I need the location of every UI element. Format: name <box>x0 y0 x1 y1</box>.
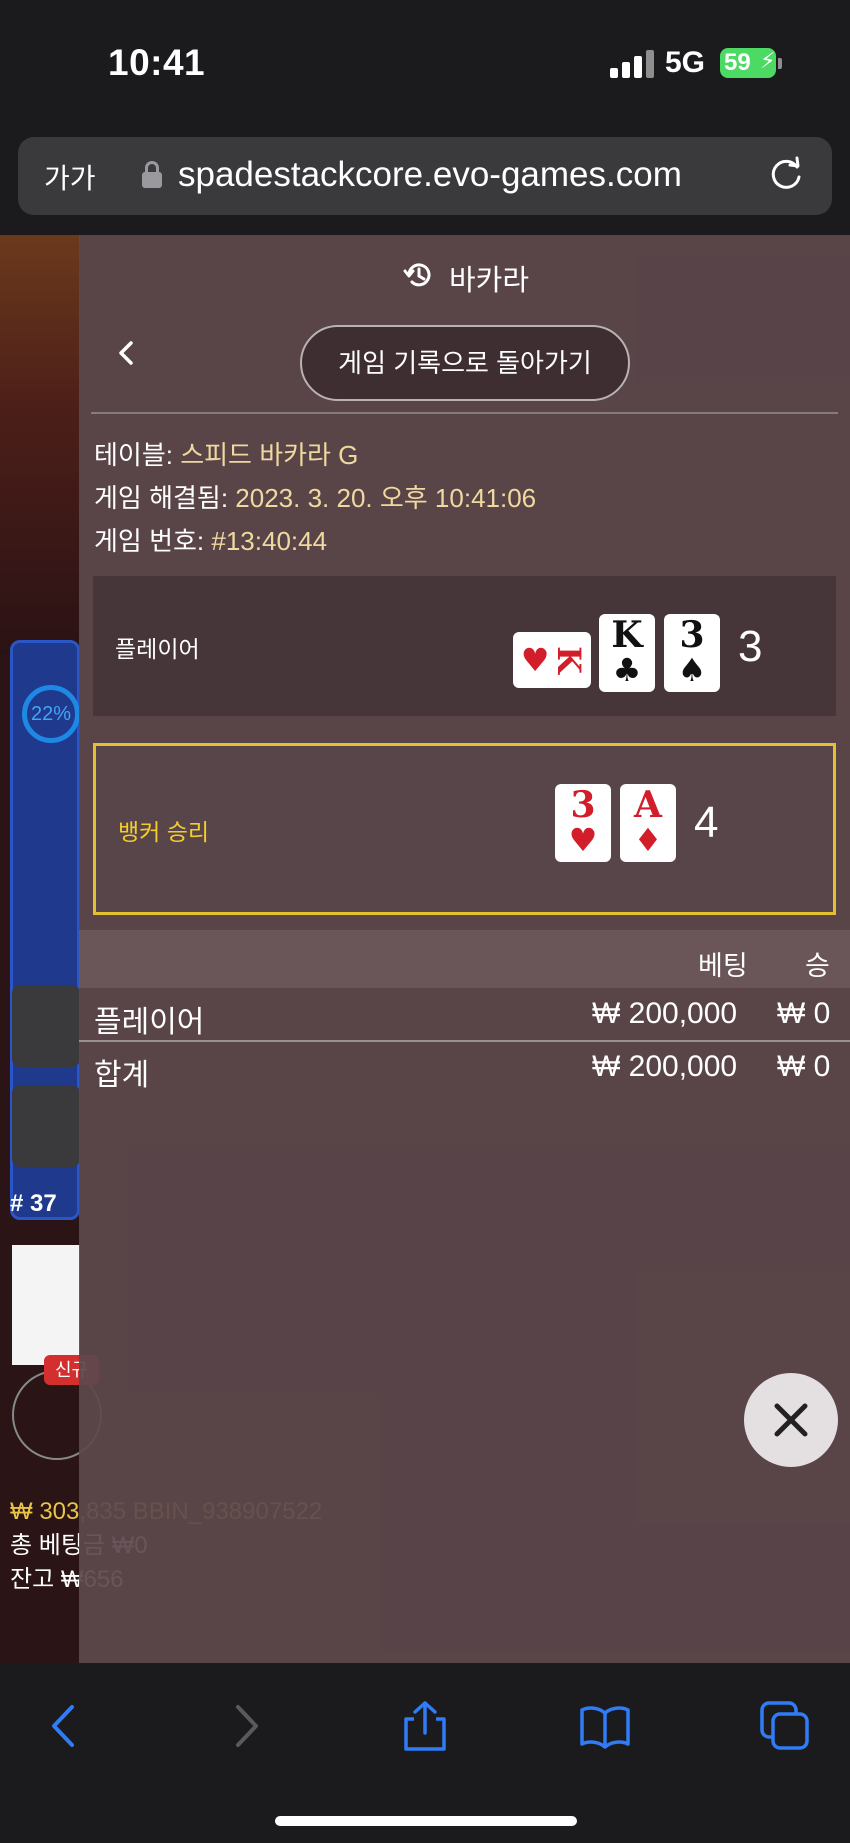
bet-amount: ₩ 200,000 <box>592 997 738 1030</box>
side-bet-button <box>12 1085 80 1167</box>
table-row-total: 합계 ₩ 200,000 ₩ 0 <box>79 1042 850 1094</box>
bet-name: 플레이어 <box>94 1006 205 1039</box>
bets-table-header: 베팅 승 <box>79 930 850 988</box>
resolved-value: 2023. 3. 20. 오후 10:41:06 <box>235 483 537 513</box>
address-bar[interactable]: 가가 spadestackcore.evo-games.com <box>18 137 832 215</box>
total-bet-amount: ₩ 200,000 <box>592 1050 738 1083</box>
game-history-panel: 바카라 게임 기록으로 돌아가기 테이블: 스피드 바카라 G 게임 해결됨: … <box>79 235 850 1663</box>
resolved-info: 게임 해결됨: 2023. 3. 20. 오후 10:41:06 <box>94 478 536 515</box>
player-hand-total: 3 <box>738 622 763 671</box>
card-rank: A <box>634 784 662 826</box>
game-number-value: #13:40:44 <box>211 526 328 556</box>
playing-card: 3 ♠ <box>664 614 720 692</box>
network-type: 5G <box>665 46 706 79</box>
playing-card: ♥ K <box>513 632 591 688</box>
url-text[interactable]: spadestackcore.evo-games.com <box>178 155 682 195</box>
side-bet-button <box>12 985 80 1067</box>
text-size-button[interactable]: 가가 <box>44 157 96 197</box>
resolved-label: 게임 해결됨: <box>94 483 229 513</box>
table-label: 테이블: <box>94 440 173 470</box>
playing-card: A ♦ <box>620 784 676 862</box>
card-rank: 3 <box>679 614 705 656</box>
forward-arrow-icon[interactable] <box>220 1701 270 1751</box>
card-rank: 3 <box>570 784 596 826</box>
bet-percentage: 22% <box>22 685 80 743</box>
card-rank: K <box>611 614 643 656</box>
banker-hand-row: 뱅커 승리 3 ♥ A ♦ 4 <box>93 743 836 915</box>
bet-column-header: 베팅 <box>698 951 748 981</box>
tabs-icon[interactable] <box>760 1701 810 1751</box>
card-suit: ♦ <box>633 821 663 859</box>
round-number: # 37 <box>10 1190 57 1217</box>
panel-title: 바카라 <box>449 265 530 297</box>
game-number-label: 게임 번호: <box>94 526 205 556</box>
home-indicator[interactable] <box>275 1816 577 1826</box>
studio-backdrop <box>0 235 80 655</box>
divider <box>91 412 838 414</box>
game-number-info: 게임 번호: #13:40:44 <box>94 521 327 558</box>
lock-icon <box>142 161 162 189</box>
card-suit: ♥ <box>568 821 598 859</box>
banker-win-label: 뱅커 승리 <box>118 819 210 845</box>
status-time: 10:41 <box>108 42 206 83</box>
charging-bolt-icon: ⚡ <box>760 48 776 73</box>
total-win-amount: ₩ 0 <box>777 1050 831 1083</box>
table-value: 스피드 바카라 G <box>180 440 359 470</box>
player-hand-row: 플레이어 ♥ K K ♣ 3 ♠ 3 <box>93 576 836 716</box>
share-icon[interactable] <box>400 1701 450 1751</box>
playing-card: K ♣ <box>599 614 655 692</box>
banker-hand-total: 4 <box>694 798 719 847</box>
win-column-header: 승 <box>805 951 830 981</box>
back-to-history-button[interactable]: 게임 기록으로 돌아가기 <box>300 325 630 401</box>
battery-tip <box>778 58 782 69</box>
browser-toolbar <box>0 1663 850 1843</box>
card-suit: ♣ <box>612 651 642 689</box>
table-info: 테이블: 스피드 바카라 G <box>94 435 358 472</box>
table-row: 플레이어 ₩ 200,000 ₩ 0 <box>79 989 850 1041</box>
win-amount: ₩ 0 <box>777 997 831 1030</box>
history-icon <box>403 263 431 287</box>
close-button[interactable] <box>744 1373 838 1467</box>
bead-road <box>12 1245 80 1365</box>
chevron-left-icon[interactable] <box>109 335 145 371</box>
playing-card: 3 ♥ <box>555 784 611 862</box>
card-rank: K <box>550 646 589 674</box>
total-label: 합계 <box>94 1059 150 1092</box>
bookmarks-icon[interactable] <box>580 1701 630 1751</box>
reload-icon[interactable] <box>766 155 806 195</box>
close-icon <box>774 1403 808 1437</box>
status-bar: 10:41 5G 59 ⚡ <box>0 0 850 125</box>
card-suit: ♠ <box>677 651 707 689</box>
back-arrow-icon[interactable] <box>40 1701 90 1751</box>
player-hand-label: 플레이어 <box>115 636 200 662</box>
cellular-signal-icon <box>610 50 654 78</box>
panel-header: 바카라 <box>79 235 850 315</box>
